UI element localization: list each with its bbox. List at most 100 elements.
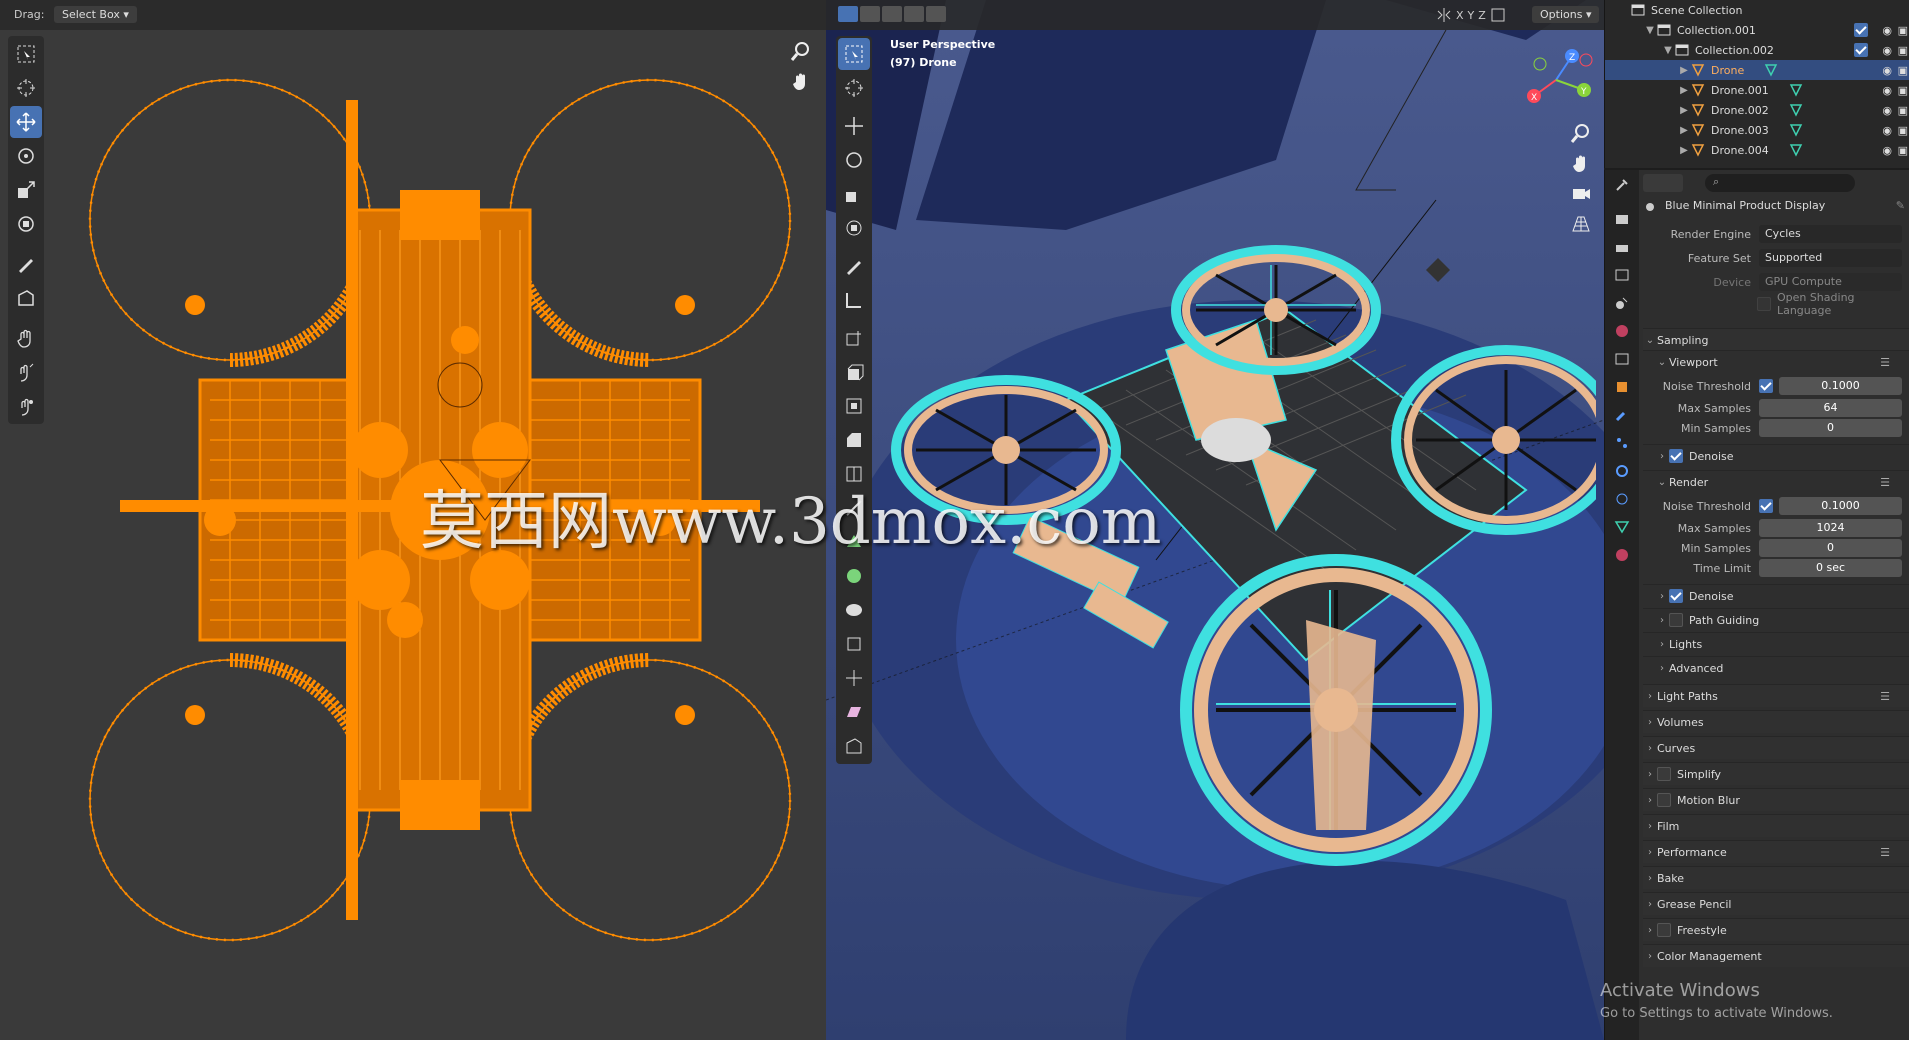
panel-performance[interactable]: › Performance ☰ xyxy=(1643,840,1909,863)
outliner-drone-002[interactable]: ▶ Drone.002 ◉ ▣ xyxy=(1605,100,1909,120)
tab-view-layer[interactable] xyxy=(1609,262,1635,288)
expand-triangle-icon[interactable]: ▶ xyxy=(1677,85,1691,96)
panel-grease-pencil[interactable]: › Grease Pencil xyxy=(1643,892,1909,915)
navigation-gizmo[interactable]: Z X Y xyxy=(1516,40,1596,120)
transform-tool[interactable] xyxy=(10,208,42,240)
grab-tool[interactable] xyxy=(10,322,42,354)
eye-icon[interactable]: ◉ xyxy=(1882,144,1892,157)
select-new-button[interactable] xyxy=(838,6,858,22)
expand-triangle-icon[interactable]: ▶ xyxy=(1677,145,1691,156)
camera-render-icon[interactable]: ▣ xyxy=(1898,104,1908,117)
expand-triangle-icon[interactable]: ▶ xyxy=(1677,105,1691,116)
vp-edge-slide-tool[interactable] xyxy=(838,628,870,660)
zoom-icon[interactable] xyxy=(1570,122,1592,144)
vp-annotate-tool[interactable] xyxy=(838,250,870,282)
pan-hand-icon[interactable] xyxy=(1570,152,1592,174)
panel-bake[interactable]: › Bake xyxy=(1643,866,1909,889)
tab-output[interactable] xyxy=(1609,234,1635,260)
outliner-scene-collection[interactable]: Scene Collection xyxy=(1605,0,1909,20)
tab-data[interactable] xyxy=(1609,514,1635,540)
relax-tool[interactable] xyxy=(10,356,42,388)
tab-tool[interactable] xyxy=(1609,172,1635,198)
expand-triangle-icon[interactable]: ▶ xyxy=(1677,65,1691,76)
outliner-collection-002[interactable]: ▼ Collection.002 ◉ ▣ xyxy=(1605,40,1909,60)
camera-render-icon[interactable]: ▣ xyxy=(1898,84,1908,97)
tab-world[interactable] xyxy=(1609,318,1635,344)
panel-volumes[interactable]: › Volumes xyxy=(1643,710,1909,733)
eye-icon[interactable]: ◉ xyxy=(1882,84,1892,97)
time-limit-field[interactable]: 0 sec xyxy=(1759,559,1902,577)
eye-icon[interactable]: ◉ xyxy=(1882,124,1892,137)
properties-search[interactable]: ⌕ xyxy=(1705,174,1855,192)
expand-triangle-icon[interactable]: ▼ xyxy=(1643,25,1657,36)
exclude-checkbox[interactable] xyxy=(1854,43,1868,57)
tab-constraints[interactable] xyxy=(1609,486,1635,512)
select-extend-button[interactable] xyxy=(860,6,880,22)
vp-shrink-tool[interactable] xyxy=(838,662,870,694)
tab-particles[interactable] xyxy=(1609,430,1635,456)
motion-blur-checkbox[interactable] xyxy=(1657,793,1671,807)
panel-freestyle[interactable]: › Freestyle xyxy=(1643,918,1909,941)
properties-editor[interactable]: ⌕ Blue Minimal Product Display ✎ Render … xyxy=(1604,170,1909,1040)
move-tool[interactable] xyxy=(10,106,42,138)
subpanel-advanced[interactable]: › Advanced xyxy=(1643,656,1909,679)
presets-icon[interactable]: ☰ xyxy=(1880,476,1890,489)
outliner-collection-001[interactable]: ▼ Collection.001 ◉ ▣ xyxy=(1605,20,1909,40)
options-dropdown[interactable]: Options ▾ xyxy=(1532,6,1600,23)
vp-inset-tool[interactable] xyxy=(838,390,870,422)
snap-icon[interactable] xyxy=(1490,7,1506,23)
camera-render-icon[interactable]: ▣ xyxy=(1898,24,1908,37)
subpanel-viewport-denoise[interactable]: › Denoise xyxy=(1643,444,1909,467)
rotate-tool[interactable] xyxy=(10,140,42,172)
subpanel-render-denoise[interactable]: › Denoise xyxy=(1643,584,1909,607)
render-min-samples-field[interactable]: 0 xyxy=(1759,539,1902,557)
vp-rotate-tool[interactable] xyxy=(838,144,870,176)
eye-icon[interactable]: ◉ xyxy=(1882,24,1892,37)
exclude-checkbox[interactable] xyxy=(1854,23,1868,37)
tab-material[interactable] xyxy=(1609,542,1635,568)
render-denoise-checkbox[interactable] xyxy=(1669,589,1683,603)
tab-physics[interactable] xyxy=(1609,458,1635,484)
pin-icon[interactable]: ✎ xyxy=(1896,199,1905,212)
camera-render-icon[interactable]: ▣ xyxy=(1898,44,1908,57)
select-invert-button[interactable] xyxy=(904,6,924,22)
outliner-drone-001[interactable]: ▶ Drone.001 ◉ ▣ xyxy=(1605,80,1909,100)
render-noise-threshold-field[interactable]: 0.1000 xyxy=(1779,497,1902,515)
freestyle-checkbox[interactable] xyxy=(1657,923,1671,937)
subpanel-path-guiding[interactable]: › Path Guiding xyxy=(1643,608,1909,631)
render-engine-dropdown[interactable]: Cycles xyxy=(1759,225,1902,243)
noise-threshold-checkbox[interactable] xyxy=(1759,379,1773,393)
path-guiding-checkbox[interactable] xyxy=(1669,613,1683,627)
editor-type-dropdown[interactable] xyxy=(1643,174,1683,192)
subpanel-lights[interactable]: › Lights xyxy=(1643,632,1909,655)
vp-transform-tool[interactable] xyxy=(838,212,870,244)
vp-cursor-tool[interactable] xyxy=(838,72,870,104)
cursor-tool[interactable] xyxy=(10,72,42,104)
vp-bevel-tool[interactable] xyxy=(838,424,870,456)
viewport-max-samples-field[interactable]: 64 xyxy=(1759,399,1902,417)
axis-x-toggle[interactable]: X xyxy=(1456,9,1464,22)
simplify-checkbox[interactable] xyxy=(1657,767,1671,781)
vp-add-cube-tool[interactable] xyxy=(838,322,870,354)
tab-object[interactable] xyxy=(1609,374,1635,400)
eye-icon[interactable]: ◉ xyxy=(1882,64,1892,77)
drag-mode-dropdown[interactable]: Select Box ▾ xyxy=(54,6,137,23)
panel-light-paths[interactable]: › Light Paths ☰ xyxy=(1643,684,1909,707)
render-max-samples-field[interactable]: 1024 xyxy=(1759,519,1902,537)
eye-icon[interactable]: ◉ xyxy=(1882,44,1892,57)
annotate-tool[interactable] xyxy=(10,248,42,280)
select-intersect-button[interactable] xyxy=(926,6,946,22)
rip-tool[interactable] xyxy=(10,282,42,314)
tab-collection[interactable] xyxy=(1609,346,1635,372)
presets-icon[interactable]: ☰ xyxy=(1880,356,1890,369)
vp-shear-tool[interactable] xyxy=(838,696,870,728)
select-box-tool[interactable] xyxy=(10,38,42,70)
outliner-drone[interactable]: ▶ Drone ◉ ▣ xyxy=(1605,60,1909,80)
tab-render[interactable] xyxy=(1609,206,1635,232)
osl-checkbox[interactable] xyxy=(1757,297,1771,311)
vp-rip-tool[interactable] xyxy=(838,730,870,762)
camera-render-icon[interactable]: ▣ xyxy=(1898,64,1908,77)
viewport-noise-threshold-field[interactable]: 0.1000 xyxy=(1779,377,1902,395)
panel-curves[interactable]: › Curves xyxy=(1643,736,1909,759)
panel-simplify[interactable]: › Simplify xyxy=(1643,762,1909,785)
